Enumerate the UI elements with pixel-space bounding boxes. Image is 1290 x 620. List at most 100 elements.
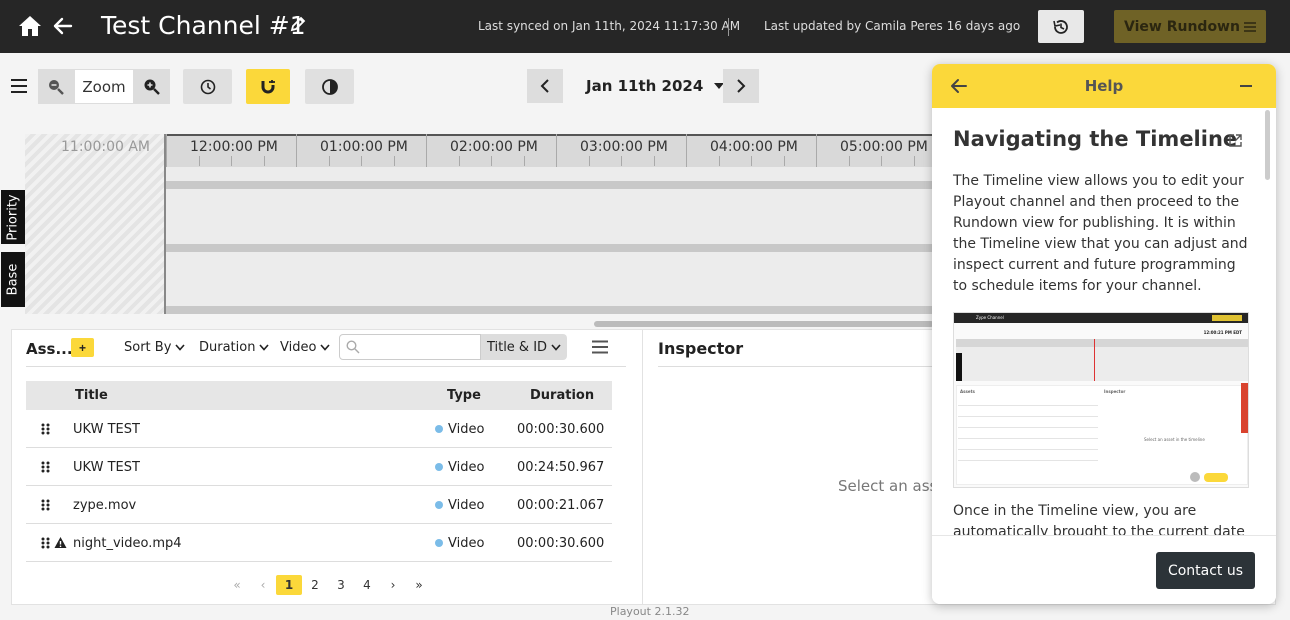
thumb-inspector-empty: Select an asset in the timeline (1144, 437, 1205, 442)
add-asset-button[interactable]: + (71, 338, 94, 357)
priority-track-band (166, 181, 935, 189)
zoom-out-button[interactable] (38, 69, 74, 104)
next-date-button[interactable] (723, 69, 759, 103)
track-tag-base[interactable]: Base (1, 252, 25, 307)
timeline-time-label: 11:00:00 AM (61, 139, 150, 155)
timeline-minor-tick (198, 156, 200, 166)
timeline-bottom-band (166, 306, 935, 314)
timeline-minor-tick (621, 156, 622, 166)
drag-handle-icon[interactable] (41, 537, 50, 549)
drag-handle-icon[interactable] (41, 499, 50, 511)
zoom-label: Zoom (74, 69, 134, 104)
home-icon[interactable] (16, 12, 44, 40)
clock-icon (200, 79, 215, 94)
thumb-timeline-ruler (956, 339, 1248, 347)
minimize-icon[interactable] (1240, 85, 1252, 87)
type-filter-dropdown[interactable]: Video (280, 340, 331, 355)
column-duration[interactable]: Duration (530, 388, 594, 403)
timeline-minor-tick (751, 156, 752, 166)
asset-type: Video (435, 498, 484, 513)
chevron-down-icon (259, 344, 270, 351)
help-paragraph-1: The Timeline view allows you to edit you… (953, 173, 1248, 294)
thumb-help-tab (1241, 383, 1248, 433)
warning-icon (54, 537, 67, 548)
app-header: Test Channel #1 Last synced on Jan 11th,… (0, 0, 1290, 53)
timeline-time-label: 01:00:00 PM (320, 139, 408, 155)
thumb-contact-button (1204, 473, 1228, 482)
drag-handle-icon[interactable] (41, 461, 50, 473)
chevron-down-icon (320, 344, 331, 351)
sort-by-label: Sort By (124, 340, 172, 355)
date-picker[interactable]: Jan 11th 2024 (586, 77, 725, 95)
table-header: Title Type Duration (26, 381, 612, 410)
external-link-icon[interactable] (1228, 133, 1243, 148)
help-article-title: Navigating the Timeline (953, 127, 1238, 151)
thumb-assets-label: Assets (960, 389, 975, 394)
table-row[interactable]: UKW TEST Video 00:00:30.600 (26, 410, 612, 448)
list-options-icon[interactable] (591, 340, 609, 354)
asset-search-input[interactable] (364, 335, 474, 359)
track-tag-priority[interactable]: Priority (1, 190, 25, 244)
thumb-inspector-label: Inspector (1104, 389, 1126, 394)
help-panel: Help Navigating the Timeline The Timelin… (932, 64, 1276, 604)
contrast-icon (321, 78, 338, 95)
zoom-in-button[interactable] (134, 69, 170, 104)
contact-us-button[interactable]: Contact us (1156, 552, 1255, 589)
timeline-minor-tick (783, 156, 785, 166)
drag-handle-icon[interactable] (41, 423, 50, 435)
table-row[interactable]: night_video.mp4 Video 00:00:30.600 (26, 524, 612, 562)
zoom-in-icon (144, 79, 160, 95)
thumb-channel-title: Zype Channel (976, 315, 1004, 320)
contrast-toggle-button[interactable] (305, 69, 354, 104)
hamburger-icon[interactable] (10, 78, 28, 94)
help-scrollbar[interactable] (1265, 110, 1270, 180)
asset-search[interactable] (339, 334, 481, 360)
pencil-icon[interactable] (289, 15, 309, 35)
asset-title: UKW TEST (73, 422, 140, 437)
back-arrow-icon[interactable] (49, 12, 77, 40)
timeline-time-label: 05:00:00 PM (840, 139, 928, 155)
thumb-rundown-button (1212, 315, 1242, 321)
page-1-button[interactable]: 1 (276, 575, 302, 595)
previous-date-button[interactable] (527, 69, 563, 103)
column-title[interactable]: Title (75, 388, 108, 403)
prev-page-button[interactable]: ‹ (250, 575, 276, 595)
view-rundown-button[interactable]: View Rundown (1114, 10, 1266, 43)
timeline-past-region (25, 134, 166, 314)
current-time-button[interactable] (183, 69, 232, 104)
video-type-dot-icon (435, 501, 443, 509)
current-date: Jan 11th 2024 (586, 77, 704, 95)
app-version: Playout 2.1.32 (610, 605, 690, 618)
snap-toggle-button[interactable] (246, 69, 290, 104)
search-mode-dropdown[interactable]: Title & ID (481, 334, 567, 360)
duration-filter-dropdown[interactable]: Duration (199, 340, 270, 355)
thumb-row (958, 416, 1098, 417)
history-button[interactable] (1038, 10, 1084, 43)
column-type[interactable]: Type (447, 388, 481, 403)
next-page-button[interactable]: › (380, 575, 406, 595)
last-page-button[interactable]: » (406, 575, 432, 595)
search-icon (346, 340, 360, 354)
timeline-minor-tick (231, 156, 232, 166)
table-row[interactable]: UKW TEST Video 00:24:50.967 (26, 448, 612, 486)
thumb-row (958, 427, 1098, 428)
timeline-hour-tick (686, 134, 687, 167)
timeline-scrollbar[interactable] (594, 321, 934, 327)
page-4-button[interactable]: 4 (354, 575, 380, 595)
timeline[interactable]: 11:00:00 AM 12:00:00 PM 01:00:00 PM 02:00:0… (25, 134, 935, 314)
timeline-minor-tick (491, 156, 492, 166)
asset-type: Video (435, 460, 484, 475)
sort-by-dropdown[interactable]: Sort By (124, 340, 186, 355)
search-mode-label: Title & ID (486, 339, 548, 355)
table-row[interactable]: zype.mov Video 00:00:21.067 (26, 486, 612, 524)
zoom-out-icon (49, 79, 64, 95)
assets-table: Title Type Duration UKW TEST Video 00:00:3… (26, 381, 612, 562)
last-synced-text: Last synced on Jan 11th, 2024 11:17:30 A… (478, 19, 741, 33)
list-icon (1243, 21, 1256, 32)
page-2-button[interactable]: 2 (302, 575, 328, 595)
chevron-right-icon (737, 79, 746, 93)
page-3-button[interactable]: 3 (328, 575, 354, 595)
timeline-minor-tick (263, 156, 265, 166)
chevron-down-icon (175, 344, 186, 351)
first-page-button[interactable]: « (224, 575, 250, 595)
